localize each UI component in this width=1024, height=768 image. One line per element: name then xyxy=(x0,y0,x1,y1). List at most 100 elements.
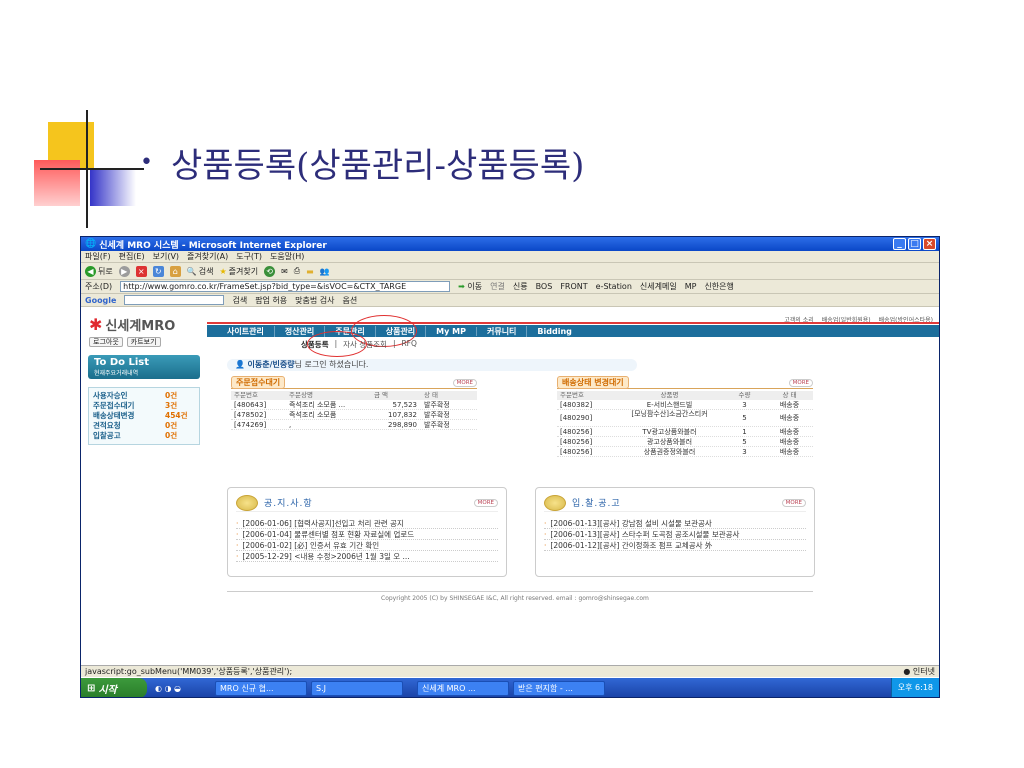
google-search-button[interactable]: 검색 xyxy=(232,295,247,306)
favorites-button[interactable]: ★ 즐겨찾기 xyxy=(219,266,258,277)
print-icon[interactable]: ⎙ xyxy=(294,266,300,276)
col-header: 상 태 xyxy=(782,391,797,399)
orders-more-button[interactable]: MORE xyxy=(452,378,477,387)
cart-button[interactable]: 카트보기 xyxy=(126,337,161,347)
spellcheck-button[interactable]: 맞춤법 검사 xyxy=(295,295,334,306)
close-button[interactable]: × xyxy=(923,238,936,250)
status-bar: javascript:go_subMenu('MM039','상품등록','상품… xyxy=(81,665,939,677)
subnav-rfq[interactable]: RFQ xyxy=(401,339,416,350)
stat-value: 454건 xyxy=(165,411,188,420)
history-icon[interactable]: ⟲ xyxy=(264,265,276,277)
nav-community[interactable]: 커뮤니티 xyxy=(477,325,528,337)
quicklaunch-icons[interactable]: ◐ ◑ ◒ xyxy=(155,684,181,693)
link-2[interactable]: BOS xyxy=(536,282,553,291)
table-row[interactable]: [480382] E-서비스핸드빌 3 배송중 xyxy=(557,400,813,410)
taskbar-item-mro-new[interactable]: MRO 신규 협... xyxy=(215,680,308,696)
refresh-icon[interactable]: ↻ xyxy=(152,265,164,277)
menu-edit[interactable]: 편집(E) xyxy=(119,251,145,262)
col-header: 상품명 xyxy=(660,391,679,399)
delivery-status: 배송중 xyxy=(779,428,800,436)
maximize-button[interactable]: □ xyxy=(908,238,921,250)
stat-value: 0건 xyxy=(165,421,178,430)
nav-site-admin[interactable]: 사이트관리 xyxy=(217,325,275,337)
stat-order-waiting[interactable]: 주문접수대기 3건 xyxy=(93,401,195,411)
menu-help[interactable]: 도움말(H) xyxy=(270,251,304,262)
table-row[interactable]: [480290] [모닝팜수산]소금간스티커 5 배송중 xyxy=(557,410,813,427)
notice-item[interactable]: [2006-01-04] 물류센터별 점포 현황 자료실에 업로드 xyxy=(236,529,498,540)
search-label: 검색 xyxy=(198,266,214,276)
mail-icon[interactable]: ✉ xyxy=(281,267,288,276)
table-row[interactable]: [480256] TV광고상품와블러 1 배송중 xyxy=(557,427,813,437)
orders-panel: 주문접수대기 MORE 주문번호 주문상명 금 액 상 태 [480643] 즉… xyxy=(231,376,477,430)
popup-allow-button[interactable]: 팝업 허용 xyxy=(255,295,287,306)
taskbar-item-sj[interactable]: S.J xyxy=(311,680,404,696)
clock[interactable]: 오후 6:18 xyxy=(898,683,933,692)
notice-more-button[interactable]: MORE xyxy=(473,498,498,507)
link-3[interactable]: FRONT xyxy=(560,282,587,291)
todo-stats: 사용자승인 0건 주문접수대기 3건 배송상태변경 454건 견적요청 0건 입찰공고 0… xyxy=(88,387,200,445)
notice-item[interactable]: [2006-01-02] [必] 인증서 유효 기간 확인 xyxy=(236,540,498,551)
stat-label: 입찰공고 xyxy=(93,431,121,440)
deco-red-square xyxy=(34,160,80,206)
table-row[interactable]: [480256] 광고상품와블러 5 배송중 xyxy=(557,437,813,447)
back-button[interactable]: ◀ 뒤로 xyxy=(85,265,113,277)
stat-quote-request[interactable]: 견적요청 0건 xyxy=(93,421,195,431)
browser-toolbar: ◀ 뒤로 ▶ × ↻ ⌂ 🔍 검색 ★ 즐겨찾기 ⟲ ✉ ⎙ ▬ 👥 xyxy=(81,263,939,280)
menu-file[interactable]: 파일(F) xyxy=(85,251,111,262)
search-button[interactable]: 🔍 검색 xyxy=(187,266,214,277)
subnav-sep: | xyxy=(392,339,396,348)
logout-button[interactable]: 로그아웃 xyxy=(89,337,123,347)
delivery-order-no: [480382] xyxy=(560,401,593,409)
bid-item[interactable]: [2006-01-12][공사] 간이정화조 펌프 교체공사 外 xyxy=(544,540,806,551)
nav-my-mp[interactable]: My MP xyxy=(426,326,477,336)
go-button[interactable]: ➡ 이동 xyxy=(458,281,482,292)
delivery-order-no: [480256] xyxy=(560,438,593,446)
link-7[interactable]: 신한은행 xyxy=(704,281,733,292)
link-5[interactable]: 신세계메일 xyxy=(640,281,677,292)
table-row[interactable]: [480643] 즉석조리 소모품 ... 57,523 발주확정 xyxy=(231,400,477,410)
google-logo[interactable]: Google xyxy=(85,296,116,305)
bid-more-button[interactable]: MORE xyxy=(781,498,806,507)
google-search-input[interactable] xyxy=(124,295,225,305)
forward-arrow-icon[interactable]: ▶ xyxy=(118,265,130,277)
notice-item[interactable]: [2005-12-29] <내용 수정>2006년 1월 3일 오 ... xyxy=(236,551,498,562)
folder-icon[interactable]: ▬ xyxy=(306,267,314,276)
address-input[interactable]: http://www.gomro.co.kr/FrameSet.jsp?bid_… xyxy=(120,281,451,292)
options-button[interactable]: 옵션 xyxy=(343,295,358,306)
stat-delivery-change[interactable]: 배송상태변경 454건 xyxy=(93,411,195,421)
nav-bidding[interactable]: Bidding xyxy=(527,327,581,336)
back-arrow-icon: ◀ xyxy=(85,265,96,277)
start-button[interactable]: ⊞ 시작 xyxy=(81,678,147,697)
menu-bar: 파일(F) 편집(E) 보기(V) 즐겨찾기(A) 도구(T) 도움말(H) xyxy=(81,251,939,263)
stop-icon[interactable]: × xyxy=(135,265,147,277)
orders-title: 주문접수대기 xyxy=(231,376,286,389)
start-label: 시작 xyxy=(98,684,117,696)
menu-favorites[interactable]: 즐겨찾기(A) xyxy=(187,251,228,262)
table-row[interactable]: [478502] 즉석조리 소모품 107,832 발주확정 xyxy=(231,410,477,420)
site-logo[interactable]: ✱ 신세계MRO xyxy=(89,315,175,334)
bid-item[interactable]: [2006-01-13][공사] 강남점 설비 시설물 보관공사 xyxy=(544,518,806,529)
notice-title: 공.지.사.항 xyxy=(264,499,313,509)
home-icon[interactable]: ⌂ xyxy=(169,265,181,277)
taskbar-item-shinsegae-mro[interactable]: 신세계 MRO ... xyxy=(417,680,510,696)
link-1[interactable]: 신룡 xyxy=(513,281,528,292)
check-icon xyxy=(236,494,258,511)
messenger-icon[interactable]: 👥 xyxy=(320,267,330,276)
taskbar-item-inbox[interactable]: 받은 편지함 - ... xyxy=(513,680,606,696)
left-column: ✱ 신세계MRO 로그아웃 카트보기 To Do List 현재주요거래내역 사… xyxy=(81,307,207,665)
logo-star-icon: ✱ xyxy=(89,315,103,334)
stat-user-approval[interactable]: 사용자승인 0건 xyxy=(93,391,195,401)
minimize-button[interactable]: _ xyxy=(893,238,906,250)
table-row[interactable]: [480256] 상품권증정와블러 3 배송중 xyxy=(557,447,813,457)
table-row[interactable]: [474269] , 298,890 발주확정 xyxy=(231,420,477,430)
stat-bid-notice[interactable]: 입찰공고 0건 xyxy=(93,431,195,441)
delivery-more-button[interactable]: MORE xyxy=(788,378,813,387)
link-4[interactable]: e-Station xyxy=(596,282,632,291)
window-title: 신세계 MRO 시스템 - Microsoft Internet Explore… xyxy=(99,240,327,251)
notice-item[interactable]: [2006-01-06] [협력사공지]선입고 처리 관련 공지 xyxy=(236,518,498,529)
menu-tools[interactable]: 도구(T) xyxy=(236,251,262,262)
link-6[interactable]: MP xyxy=(685,282,697,291)
menu-view[interactable]: 보기(V) xyxy=(153,251,179,262)
bid-item[interactable]: [2006-01-13][공사] 스타수퍼 도곡점 공조시설물 보관공사 xyxy=(544,529,806,540)
order-status: 발주확정 xyxy=(424,401,450,409)
